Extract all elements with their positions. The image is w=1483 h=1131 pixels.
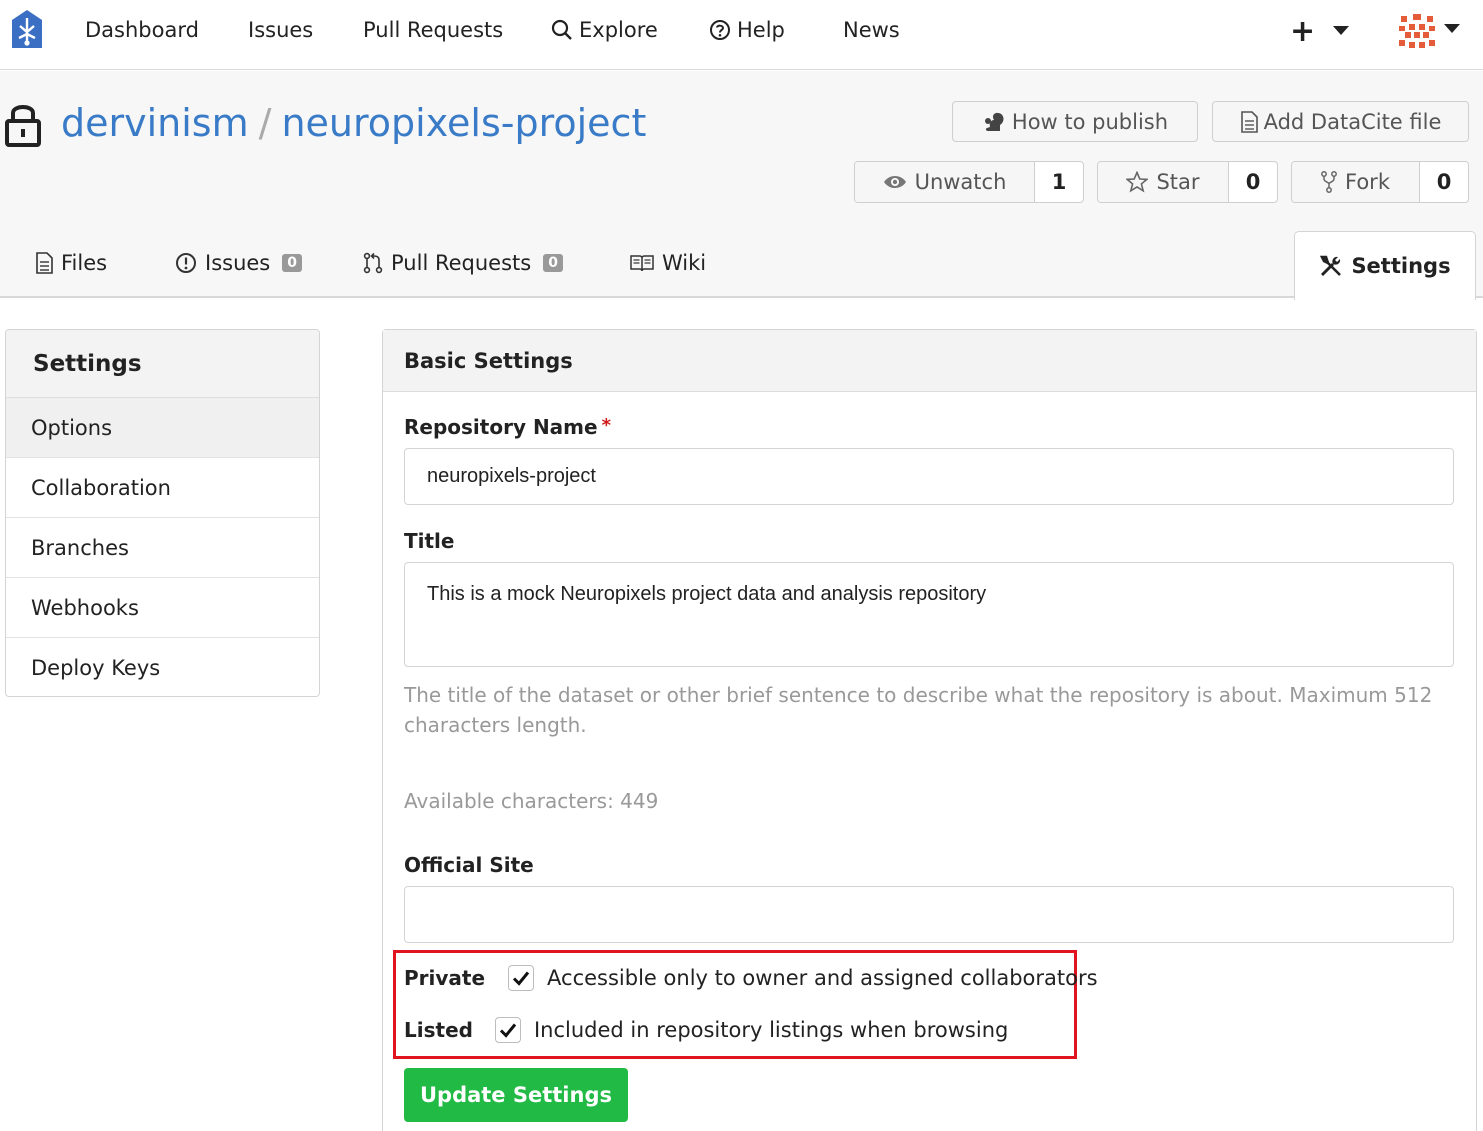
available-characters: Available characters: 449 (404, 789, 659, 813)
sidebar-item-deploy-keys[interactable]: Deploy Keys (6, 638, 319, 696)
fork-icon (1321, 171, 1337, 193)
unwatch-button[interactable]: Unwatch (855, 162, 1035, 202)
repo-name-link[interactable]: neuropixels-project (281, 101, 646, 145)
fork-label: Fork (1345, 170, 1390, 194)
settings-sidebar: Settings Options Collaboration Branches … (5, 329, 320, 697)
nav-explore[interactable]: Explore (551, 18, 658, 42)
create-new-button[interactable]: + (1290, 14, 1315, 49)
add-datacite-label: Add DataCite file (1263, 109, 1442, 134)
fork-group: Fork 0 (1291, 161, 1469, 203)
sidebar-item-options[interactable]: Options (6, 398, 319, 458)
required-marker: * (601, 415, 612, 436)
nav-help-label: Help (737, 18, 785, 42)
sidebar-item-webhooks[interactable]: Webhooks (6, 578, 319, 638)
sidebar-item-branches[interactable]: Branches (6, 518, 319, 578)
nav-issues-label: Issues (248, 18, 314, 42)
star-icon (1126, 171, 1149, 193)
private-row: Private Accessible only to owner and ass… (404, 965, 1098, 991)
user-avatar[interactable] (1397, 12, 1437, 52)
issue-icon (176, 253, 196, 273)
file-icon (1240, 110, 1258, 133)
panel-title: Basic Settings (383, 330, 1476, 392)
eye-icon (883, 176, 906, 188)
tab-files-label: Files (61, 251, 108, 275)
nav-dashboard-label: Dashboard (85, 18, 199, 42)
tab-settings-label: Settings (1351, 254, 1451, 278)
repo-name-label-text: Repository Name (404, 415, 598, 439)
top-navbar: Dashboard Issues Pull Requests Explore H… (0, 0, 1483, 70)
private-checkbox[interactable] (508, 965, 535, 991)
listed-label: Listed (404, 1018, 473, 1042)
how-to-publish-label: How to publish (1011, 109, 1169, 134)
issues-count-badge: 0 (282, 254, 302, 272)
tab-issues[interactable]: Issues 0 (175, 251, 302, 275)
repo-name-input[interactable] (404, 448, 1454, 505)
listed-row: Listed Included in repository listings w… (404, 1017, 1008, 1043)
tab-pull-requests[interactable]: Pull Requests 0 (363, 251, 563, 275)
gin-logo-icon[interactable] (8, 8, 46, 54)
unwatch-label: Unwatch (914, 170, 1007, 194)
lock-icon (5, 105, 41, 147)
tools-icon (1320, 255, 1342, 277)
star-label: Star (1156, 170, 1200, 194)
how-to-publish-button[interactable]: How to publish (952, 101, 1198, 142)
question-circle-icon (710, 20, 730, 40)
repo-title: dervinism / neuropixels-project (61, 101, 646, 145)
squirrel-icon (984, 112, 1004, 131)
user-dropdown-caret-icon[interactable] (1444, 24, 1460, 33)
official-site-label: Official Site (404, 853, 534, 877)
tab-pull-requests-label: Pull Requests (391, 251, 532, 275)
nav-explore-label: Explore (579, 18, 658, 42)
official-site-input[interactable] (404, 886, 1454, 943)
title-textarea[interactable]: This is a mock Neuropixels project data … (404, 562, 1454, 667)
sidebar-title: Settings (6, 330, 319, 398)
nav-issues[interactable]: Issues (248, 18, 313, 42)
repo-title-separator: / (258, 101, 272, 145)
plus-icon: + (1290, 14, 1316, 49)
pulls-count-badge: 0 (543, 254, 563, 272)
tab-wiki-label: Wiki (662, 251, 707, 275)
sidebar-item-collaboration[interactable]: Collaboration (6, 458, 319, 518)
watch-count[interactable]: 1 (1035, 162, 1083, 202)
add-datacite-button[interactable]: Add DataCite file (1212, 101, 1469, 142)
title-label: Title (404, 529, 455, 553)
fork-button[interactable]: Fork (1292, 162, 1420, 202)
nav-news-label: News (843, 18, 900, 42)
nav-pull-requests[interactable]: Pull Requests (363, 18, 503, 42)
listed-description: Included in repository listings when bro… (533, 1018, 1009, 1042)
checkmark-icon (499, 1023, 517, 1038)
search-icon (551, 19, 572, 40)
listed-checkbox[interactable] (494, 1017, 521, 1043)
file-text-icon (36, 252, 53, 274)
tab-issues-label: Issues (205, 251, 271, 275)
fork-count[interactable]: 0 (1420, 162, 1468, 202)
repo-owner-link[interactable]: dervinism (61, 101, 249, 145)
tab-settings[interactable]: Settings (1294, 231, 1476, 300)
create-dropdown-caret-icon[interactable] (1333, 26, 1349, 35)
checkmark-icon (512, 971, 530, 986)
private-description: Accessible only to owner and assigned co… (547, 966, 1098, 990)
tab-files[interactable]: Files (35, 251, 107, 275)
nav-news[interactable]: News (843, 18, 900, 42)
nav-dashboard[interactable]: Dashboard (85, 18, 199, 42)
nav-pull-requests-label: Pull Requests (363, 18, 504, 42)
title-help-text: The title of the dataset or other brief … (404, 683, 1433, 737)
update-settings-button[interactable]: Update Settings (404, 1068, 628, 1122)
private-label: Private (404, 966, 486, 990)
pull-request-icon (363, 252, 383, 274)
book-icon (630, 255, 654, 272)
repo-name-label: Repository Name * (404, 415, 611, 439)
watch-group: Unwatch 1 (854, 161, 1084, 203)
star-group: Star 0 (1097, 161, 1278, 203)
tab-wiki[interactable]: Wiki (630, 251, 706, 275)
star-count[interactable]: 0 (1229, 162, 1277, 202)
nav-help[interactable]: Help (709, 18, 785, 42)
star-button[interactable]: Star (1098, 162, 1229, 202)
